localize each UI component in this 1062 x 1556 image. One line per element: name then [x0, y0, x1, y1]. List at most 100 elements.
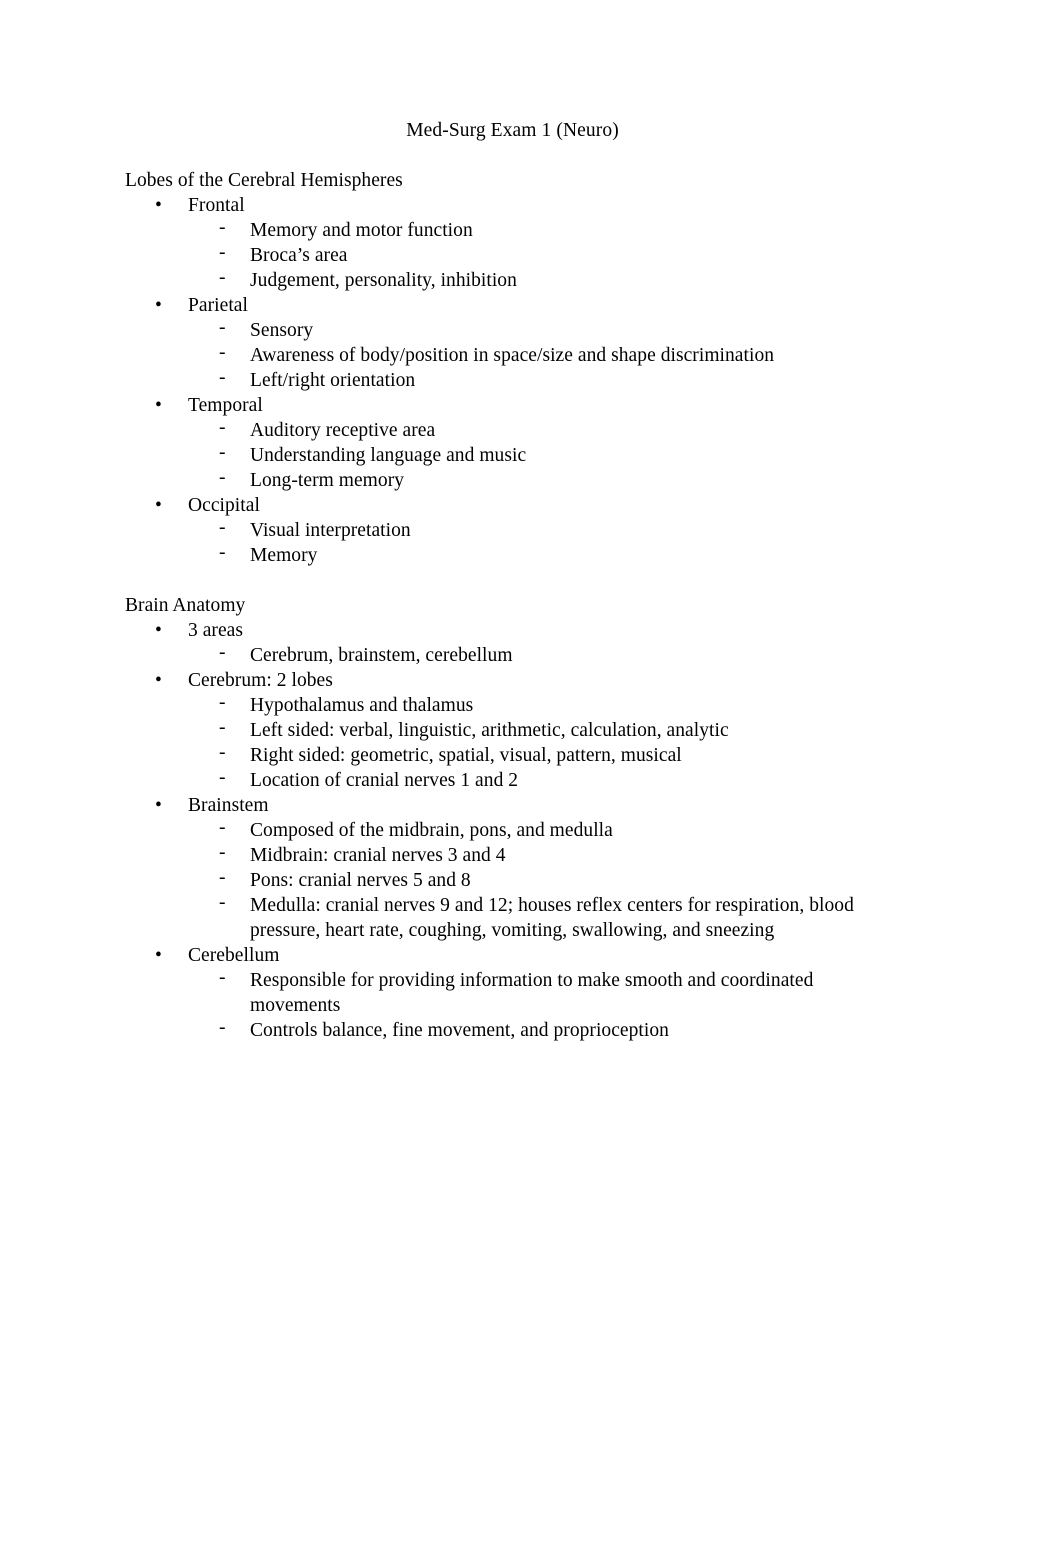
- list-item-level2: ‐ Judgement, personality, inhibition: [188, 267, 900, 293]
- list-item-level2: ‐ Understanding language and music: [188, 442, 900, 468]
- list-item-level2-label: Left sided: verbal, linguistic, arithmet…: [250, 720, 729, 741]
- list-item-level2-label: Midbrain: cranial nerves 3 and 4: [250, 845, 506, 866]
- list-item-level2-label: Cerebrum, brainstem, cerebellum: [250, 645, 513, 666]
- list-item-level2: ‐ Right sided: geometric, spatial, visual…: [188, 742, 900, 768]
- bullet-list-level1: • Frontal ‐ Memory and motor function ‐ Broca…: [125, 193, 900, 568]
- bullet-dot-icon: •: [155, 670, 162, 691]
- title-spacer: [125, 143, 900, 168]
- list-item-level1: • Cerebrum: 2 lobes ‐ Hypothalamus and thal…: [125, 668, 900, 793]
- list-item-level2: ‐ Auditory receptive area: [188, 417, 900, 443]
- list-item-level2-label: Understanding language and music: [250, 445, 527, 466]
- bullet-dash-icon: ‐: [219, 717, 226, 738]
- list-item-level1: • Frontal ‐ Memory and motor function ‐ Broca…: [125, 193, 900, 293]
- bullet-dash-icon: ‐: [219, 417, 226, 438]
- list-item-level1-label: Cerebellum: [188, 945, 280, 966]
- list-item-level2-label: Composed of the midbrain, pons, and medu…: [250, 820, 613, 841]
- bullet-dash-icon: ‐: [219, 317, 226, 338]
- list-item-level2: ‐ Memory and motor function: [188, 217, 900, 243]
- bullet-dash-icon: ‐: [219, 867, 226, 888]
- list-item-level1-label: Frontal: [188, 195, 245, 216]
- bullet-dash-icon: ‐: [219, 467, 226, 488]
- bullet-list-level2: ‐ Cerebrum, brainstem, cerebellum: [188, 642, 900, 668]
- list-item-level2-label: Responsible for providing information to…: [250, 970, 814, 1016]
- list-item-level1: • Cerebellum ‐ Responsible for providing in…: [125, 943, 900, 1043]
- bullet-dot-icon: •: [155, 495, 162, 516]
- list-item-level1: • Parietal ‐ Sensory ‐ Awareness of body/posi…: [125, 293, 900, 393]
- list-item-level1: • 3 areas ‐ Cerebrum, brainstem, cerebellum: [125, 618, 900, 668]
- outline-section: Lobes of the Cerebral Hemispheres • Fronta…: [125, 168, 900, 568]
- list-item-level2: ‐ Left sided: verbal, linguistic, arithme…: [188, 717, 900, 743]
- list-item-level2: ‐ Composed of the midbrain, pons, and med…: [188, 817, 900, 843]
- list-item-level2-label: Awareness of body/position in space/size…: [250, 345, 775, 366]
- list-item-level2: ‐ Visual interpretation: [188, 517, 900, 543]
- bullet-dash-icon: ‐: [219, 967, 226, 988]
- list-item-level2-label: Visual interpretation: [250, 520, 411, 541]
- list-item-level2: ‐ Medulla: cranial nerves 9 and 12; house…: [188, 892, 900, 943]
- list-item-level2-label: Left/right orientation: [250, 370, 416, 391]
- list-item-level1-label: Occipital: [188, 495, 260, 516]
- list-item-level1: • Temporal ‐ Auditory receptive area ‐ Unders…: [125, 393, 900, 493]
- bullet-dot-icon: •: [155, 395, 162, 416]
- bullet-dash-icon: ‐: [219, 242, 226, 263]
- list-item-level1-label: Cerebrum: 2 lobes: [188, 670, 333, 691]
- list-item-level2: ‐ Controls balance, fine movement, and pr…: [188, 1017, 900, 1043]
- bullet-dash-icon: ‐: [219, 542, 226, 563]
- list-item-level2: ‐ Left/right orientation: [188, 367, 900, 393]
- bullet-dash-icon: ‐: [219, 367, 226, 388]
- list-item-level2: ‐ Pons: cranial nerves 5 and 8: [188, 867, 900, 893]
- bullet-dot-icon: •: [155, 945, 162, 966]
- bullet-dash-icon: ‐: [219, 692, 226, 713]
- list-item-level2-label: Auditory receptive area: [250, 420, 436, 441]
- list-item-level1: • Occipital ‐ Visual interpretation ‐ Memory: [125, 493, 900, 568]
- list-item-level2: ‐ Broca’s area: [188, 242, 900, 268]
- section-heading: Lobes of the Cerebral Hemispheres: [125, 170, 403, 191]
- list-item-level2-label: Pons: cranial nerves 5 and 8: [250, 870, 471, 891]
- bullet-list-level2: ‐ Responsible for providing information t…: [188, 967, 900, 1043]
- section-heading: Brain Anatomy: [125, 595, 246, 616]
- bullet-list-level2: ‐ Visual interpretation ‐ Memory: [188, 517, 900, 568]
- list-item-level2: ‐ Long-term memory: [188, 467, 900, 493]
- document-page: Med-Surg Exam 1 (Neuro) Lobes of the Cer…: [0, 0, 1062, 1556]
- bullet-dash-icon: ‐: [219, 817, 226, 838]
- bullet-dot-icon: •: [155, 795, 162, 816]
- list-item-level1-label: Temporal: [188, 395, 263, 416]
- list-item-level2-label: Controls balance, fine movement, and pro…: [250, 1020, 669, 1041]
- bullet-dash-icon: ‐: [219, 742, 226, 763]
- page-title: Med-Surg Exam 1 (Neuro): [406, 120, 619, 141]
- list-item-level1-label: Brainstem: [188, 795, 269, 816]
- bullet-list-level2: ‐ Memory and motor function ‐ Broca’s area ‐…: [188, 217, 900, 293]
- list-item-level2-label: Judgement, personality, inhibition: [250, 270, 517, 291]
- document-body: Med-Surg Exam 1 (Neuro) Lobes of the Cer…: [125, 118, 900, 1043]
- bullet-list-level2: ‐ Sensory ‐ Awareness of body/position in s…: [188, 317, 900, 393]
- outline-section: Brain Anatomy • 3 areas ‐ Cerebrum, brainste…: [125, 593, 900, 1043]
- bullet-dash-icon: ‐: [219, 767, 226, 788]
- bullet-dash-icon: ‐: [219, 1017, 226, 1038]
- list-item-level2: ‐ Midbrain: cranial nerves 3 and 4: [188, 842, 900, 868]
- list-item-level2: ‐ Cerebrum, brainstem, cerebellum: [188, 642, 900, 668]
- bullet-list-level2: ‐ Composed of the midbrain, pons, and med…: [188, 817, 900, 943]
- bullet-dash-icon: ‐: [219, 217, 226, 238]
- list-item-level2-label: Sensory: [250, 320, 314, 341]
- bullet-dash-icon: ‐: [219, 342, 226, 363]
- list-item-level2-label: Medulla: cranial nerves 9 and 12; houses…: [250, 895, 854, 941]
- bullet-list-level2: ‐ Auditory receptive area ‐ Understanding l…: [188, 417, 900, 493]
- list-item-level2-label: Long-term memory: [250, 470, 405, 491]
- list-item-level1-label: 3 areas: [188, 620, 244, 641]
- list-item-level2-label: Location of cranial nerves 1 and 2: [250, 770, 519, 791]
- bullet-dash-icon: ‐: [219, 442, 226, 463]
- list-item-level2: ‐ Sensory: [188, 317, 900, 343]
- list-item-level2: ‐ Memory: [188, 542, 900, 568]
- bullet-dash-icon: ‐: [219, 842, 226, 863]
- list-item-level2: ‐ Location of cranial nerves 1 and 2: [188, 767, 900, 793]
- list-item-level2-label: Broca’s area: [250, 245, 348, 266]
- bullet-dot-icon: •: [155, 195, 162, 216]
- sections-container: Lobes of the Cerebral Hemispheres • Fronta…: [125, 168, 900, 1043]
- list-item-level1-label: Parietal: [188, 295, 248, 316]
- bullet-list-level2: ‐ Hypothalamus and thalamus ‐ Left sided: v…: [188, 692, 900, 793]
- list-item-level2: ‐ Hypothalamus and thalamus: [188, 692, 900, 718]
- bullet-dot-icon: •: [155, 620, 162, 641]
- bullet-dash-icon: ‐: [219, 892, 226, 913]
- list-item-level2-label: Hypothalamus and thalamus: [250, 695, 474, 716]
- list-item-level2-label: Right sided: geometric, spatial, visual,…: [250, 745, 682, 766]
- bullet-dot-icon: •: [155, 295, 162, 316]
